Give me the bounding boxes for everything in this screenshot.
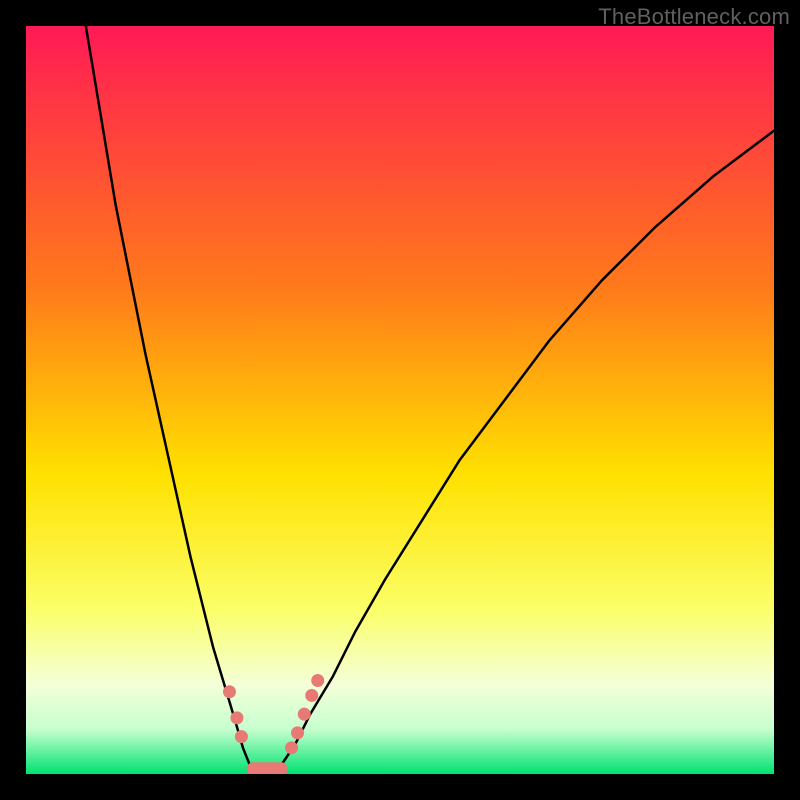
marker-dot xyxy=(285,741,298,754)
marker-dot xyxy=(305,689,318,702)
chart-svg xyxy=(26,26,774,774)
marker-dot xyxy=(311,674,324,687)
watermark-text: TheBottleneck.com xyxy=(598,4,790,30)
marker-dot xyxy=(223,685,236,698)
plot-area xyxy=(26,26,774,774)
marker-dot xyxy=(235,730,248,743)
marker-dot xyxy=(291,726,304,739)
marker-bottom-bar xyxy=(247,762,288,774)
gradient-background xyxy=(26,26,774,774)
chart-frame: TheBottleneck.com xyxy=(0,0,800,800)
marker-dot xyxy=(298,708,311,721)
marker-dot xyxy=(230,711,243,724)
